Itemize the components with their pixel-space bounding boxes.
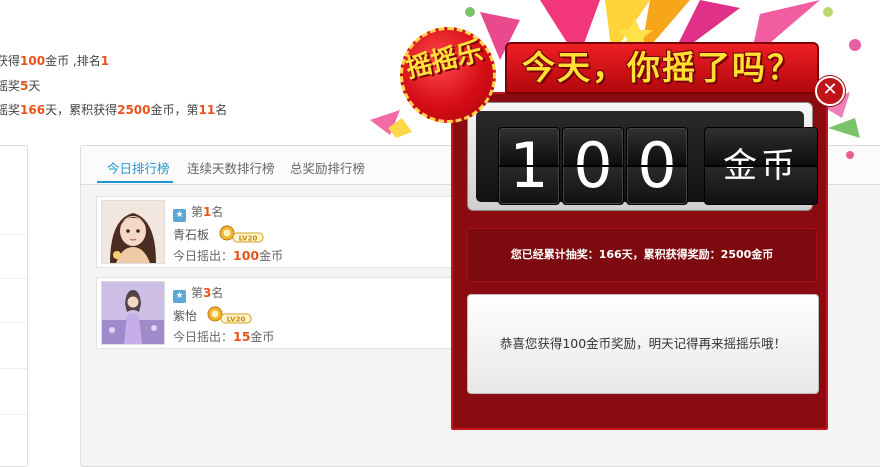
- summary-coins: 2500: [117, 103, 151, 117]
- avatar[interactable]: [101, 281, 165, 345]
- today-output: 今日摇出：100金币: [173, 247, 283, 264]
- summary-text-part: 金币，第: [150, 103, 199, 117]
- counter-digit: 0: [626, 127, 688, 205]
- cumulative-stats: 您已经累计抽奖：166天，累积获得奖励：2500金币: [467, 228, 817, 282]
- level-badge-text: LV20: [227, 316, 246, 324]
- close-button[interactable]: ✕: [815, 76, 845, 106]
- summary-line-streak: 摇奖5天: [0, 77, 40, 94]
- output-prefix: 今日摇出：: [173, 330, 234, 344]
- divider: [0, 322, 27, 323]
- avatar[interactable]: [101, 200, 165, 264]
- tab-streak-ranking[interactable]: 连续天数排行榜: [187, 158, 275, 177]
- divider: [0, 234, 27, 235]
- summary-days: 166: [20, 103, 46, 117]
- divider: [0, 278, 27, 279]
- rank-label: ★ 第1名: [173, 203, 223, 222]
- summary-text-part: 天: [28, 79, 41, 93]
- summary-text-part: 摇奖: [0, 103, 21, 117]
- rank-star-icon: ★: [173, 209, 186, 222]
- lottery-result-popup: 1 0 0 金币 您已经累计抽奖：166天，累积获得奖励：2500金币 恭喜您获…: [451, 92, 828, 430]
- divider: [0, 414, 27, 415]
- rank-suffix: 名: [211, 205, 224, 219]
- counter-unit: 金币: [704, 127, 818, 205]
- counter-inner: 1 0 0 金币: [476, 111, 818, 205]
- divider: [0, 368, 27, 369]
- user-name-line: 紫怡 LV20: [173, 306, 253, 324]
- summary-rank: 1: [100, 54, 110, 68]
- user-name[interactable]: 青石板: [173, 228, 209, 242]
- output-amount: 100: [233, 248, 260, 263]
- left-side-panel: [0, 145, 28, 467]
- counter-digit: 0: [562, 127, 624, 205]
- user-name[interactable]: 紫怡: [173, 309, 197, 323]
- summary-text-part: 摇奖: [0, 79, 21, 93]
- level-badge-text: LV20: [239, 235, 258, 243]
- summary-rank: 11: [198, 103, 216, 117]
- output-amount: 15: [233, 329, 251, 344]
- rank-label: ★ 第3名: [173, 284, 223, 303]
- close-icon: ✕: [822, 79, 838, 100]
- output-suffix: 金币: [250, 330, 275, 344]
- user-name-line: 青石板 LV20: [173, 225, 265, 243]
- output-prefix: 今日摇出：: [173, 249, 234, 263]
- summary-line-today: 获得100金币 ,排名1: [0, 52, 109, 69]
- output-suffix: 金币: [259, 249, 284, 263]
- level-badge-icon: LV20: [219, 225, 265, 243]
- rank-prefix: 第: [191, 286, 204, 300]
- tab-today-ranking[interactable]: 今日排行榜: [107, 158, 170, 177]
- reward-message: 恭喜您获得100金币奖励，明天记得再来摇摇乐哦！: [467, 294, 819, 394]
- summary-text-part: 金币 ,排名: [45, 54, 101, 68]
- summary-line-total: 摇奖166天，累积获得2500金币，第11名: [0, 101, 227, 118]
- summary-text-part: 天，累积获得: [45, 103, 118, 117]
- avatar-image: [102, 282, 164, 344]
- summary-coins: 100: [20, 54, 46, 68]
- avatar-image: [102, 201, 164, 263]
- prize-counter: 1 0 0 金币: [467, 102, 818, 211]
- today-output: 今日摇出：15金币: [173, 328, 274, 345]
- popup-title: 今天，你摇了吗？: [522, 48, 802, 87]
- level-badge-icon: LV20: [207, 306, 253, 324]
- rank-suffix: 名: [211, 286, 224, 300]
- counter-digit: 1: [498, 127, 560, 205]
- active-tab-indicator: [97, 181, 173, 183]
- rank-prefix: 第: [191, 205, 204, 219]
- tab-total-ranking[interactable]: 总奖励排行榜: [290, 158, 365, 177]
- summary-text-part: 获得: [0, 54, 21, 68]
- rank-star-icon: ★: [173, 290, 186, 303]
- summary-text-part: 名: [215, 103, 228, 117]
